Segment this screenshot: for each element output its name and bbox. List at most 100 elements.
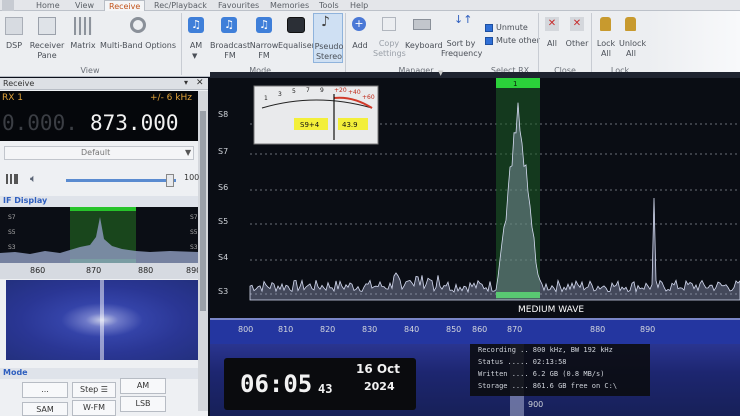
equaliser-button[interactable]: Equaliser <box>278 13 315 63</box>
s-meter-scale-label: +60 <box>362 94 375 101</box>
s-meter-db-value: 43.9 <box>342 121 358 129</box>
spectrum-y-label: S3 <box>218 287 229 296</box>
broadcast-fm-button[interactable]: ♫ Broadcast FM <box>210 13 251 63</box>
profile-select[interactable]: Default ▼ <box>4 146 194 160</box>
main-spectrum-panel[interactable]: ▼ 1 MEDIUM WAVE 1 3 5 7 9 +20 +40 +60 S9… <box>210 69 740 344</box>
multiband-options-label: Multi-Band Options <box>99 41 177 50</box>
matrix-icon <box>74 17 92 35</box>
signal-bars-icon <box>6 174 18 184</box>
spectrum-x-label: 830 <box>362 325 378 334</box>
narrow-fm-button[interactable]: ♫ Narrow FM <box>249 13 279 63</box>
chevron-down-icon: ▼ <box>192 52 198 60</box>
volume-value: 100 <box>184 173 200 182</box>
lsb-button[interactable]: LSB <box>120 396 166 412</box>
lock-all-label: Lock All <box>596 39 616 58</box>
chevron-down-icon[interactable]: ▼ <box>438 69 443 77</box>
am-mode-button[interactable]: ♫ AM ▼ <box>184 13 208 63</box>
clock-panel: 06:05 43 16 Oct 2024 <box>224 358 416 410</box>
close-all-button[interactable]: ✕ All <box>540 13 564 63</box>
tab-rec-playback[interactable]: Rec/Playback <box>150 0 211 11</box>
ribbon-overflow-area <box>646 11 740 77</box>
wfm-button[interactable]: W-FM <box>72 400 116 416</box>
narrow-fm-label: Narrow FM <box>249 41 279 60</box>
panel-scrollbar[interactable] <box>198 91 208 411</box>
am-button[interactable]: AM <box>120 378 166 394</box>
step-button[interactable]: Step ☰ <box>72 382 116 398</box>
profile-value: Default <box>81 148 111 157</box>
recording-written-line: Written .... 6.2 GB (0.8 MB/s) <box>478 370 605 378</box>
if-passband-top <box>70 207 136 211</box>
if-y-label: S3 <box>8 244 16 251</box>
close-icon: ✕ <box>570 17 584 31</box>
volume-thumb[interactable] <box>166 174 174 187</box>
volume-slider[interactable] <box>66 174 176 187</box>
if-x-label: 860 <box>30 266 45 275</box>
mode-section-header: Mode <box>0 368 198 379</box>
copy-icon <box>382 17 396 31</box>
keyboard-label: Keyboard <box>405 41 443 50</box>
sort-by-frequency-button[interactable]: ↓↑ Sort by Frequency <box>441 13 482 63</box>
equaliser-label: Equaliser <box>278 41 315 50</box>
close-icon: ✕ <box>545 17 559 31</box>
close-other-button[interactable]: ✕ Other <box>565 13 589 63</box>
dsp-button[interactable]: DSP <box>1 13 27 63</box>
keyboard-button[interactable]: Keyboard <box>405 13 443 63</box>
receive-panel-title: Receive <box>3 79 35 88</box>
band-bar-edge <box>210 318 740 320</box>
if-x-label: 880 <box>138 266 153 275</box>
sam-button[interactable]: SAM <box>22 402 68 416</box>
music-note-icon: ♪ <box>321 14 330 30</box>
tab-tools[interactable]: Tools <box>315 0 343 11</box>
broadcast-fm-label: Broadcast FM <box>210 41 251 60</box>
frequency-main-digits: 873.000 <box>90 111 179 135</box>
equaliser-icon <box>287 17 305 33</box>
lock-all-button[interactable]: Lock All <box>594 13 618 63</box>
s-meter-scale-label: 5 <box>292 88 296 95</box>
close-icon[interactable]: ✕ <box>196 78 204 88</box>
close-other-label: Other <box>565 39 589 48</box>
unlock-all-button[interactable]: Unlock All <box>619 13 646 63</box>
spectrum-y-label: S4 <box>218 253 229 262</box>
chevron-down-icon[interactable]: ▾ <box>184 78 188 87</box>
unmute-checkbox[interactable] <box>485 24 493 32</box>
multiband-options-button[interactable]: Multi-Band Options <box>99 13 177 63</box>
ribbon-separator <box>181 13 182 75</box>
receiver-pane-icon <box>38 17 56 35</box>
tab-help[interactable]: Help <box>346 0 372 11</box>
sdr-app-window: Home View Receive Rec/Playback Favourite… <box>0 0 740 416</box>
receiver-pane-button[interactable]: Receiver Pane <box>28 13 66 63</box>
lock-icon <box>600 17 611 31</box>
bottom-waterfall-area[interactable]: 06:05 43 16 Oct 2024 Recording .. 800 kH… <box>210 344 740 416</box>
speaker-icon[interactable]: 🔈︎ <box>30 172 37 186</box>
ribbon-separator <box>591 13 592 75</box>
tab-view[interactable]: View <box>71 0 98 11</box>
if-waterfall[interactable] <box>6 280 198 360</box>
tab-home[interactable]: Home <box>32 0 64 11</box>
spectrum-y-label: S5 <box>218 217 229 226</box>
tab-receive[interactable]: Receive <box>104 0 146 11</box>
if-x-label: 870 <box>86 266 101 275</box>
matrix-button[interactable]: Matrix <box>68 13 98 63</box>
app-menu-icon[interactable] <box>2 0 14 11</box>
menu-bar: Home View Receive Rec/Playback Favourite… <box>0 0 740 11</box>
mute-other-checkbox[interactable] <box>485 37 493 45</box>
frequency-display[interactable]: RX 1 +/- 6 kHz 0.000. 873.000 <box>0 91 198 141</box>
s-meter-scale-label: +20 <box>334 87 347 94</box>
tab-favourites[interactable]: Favourites <box>214 0 263 11</box>
scrollbar-thumb[interactable] <box>200 111 206 311</box>
if-y-label: S3 <box>190 244 198 251</box>
recording-status-panel: Recording .. 800 kHz, BW 192 kHz Status … <box>470 344 650 396</box>
copy-settings-button[interactable]: Copy Settings <box>373 13 406 63</box>
add-button[interactable]: + Add <box>348 13 372 63</box>
spectrum-plot[interactable]: 1 MEDIUM WAVE 1 3 5 7 9 +20 +40 +60 S9+4… <box>210 78 740 344</box>
mode-more-button[interactable]: ... <box>22 382 68 398</box>
volume-fill <box>66 179 176 182</box>
s-meter-scale-label: 9 <box>320 87 324 94</box>
spectrum-x-label: 810 <box>278 325 294 334</box>
tab-memories[interactable]: Memories <box>266 0 313 11</box>
pseudo-stereo-button[interactable]: ♪ Pseudo Stereo <box>313 13 343 63</box>
rx-passband-header[interactable] <box>496 78 540 88</box>
rx-channel-label: 1 <box>513 80 517 88</box>
if-spectrum[interactable]: S7 S5 S3 S7 S5 S3 860 870 880 890 <box>0 207 198 279</box>
ribbon-toolbar: DSP Receiver Pane Matrix Multi-Band Opti… <box>0 11 740 77</box>
